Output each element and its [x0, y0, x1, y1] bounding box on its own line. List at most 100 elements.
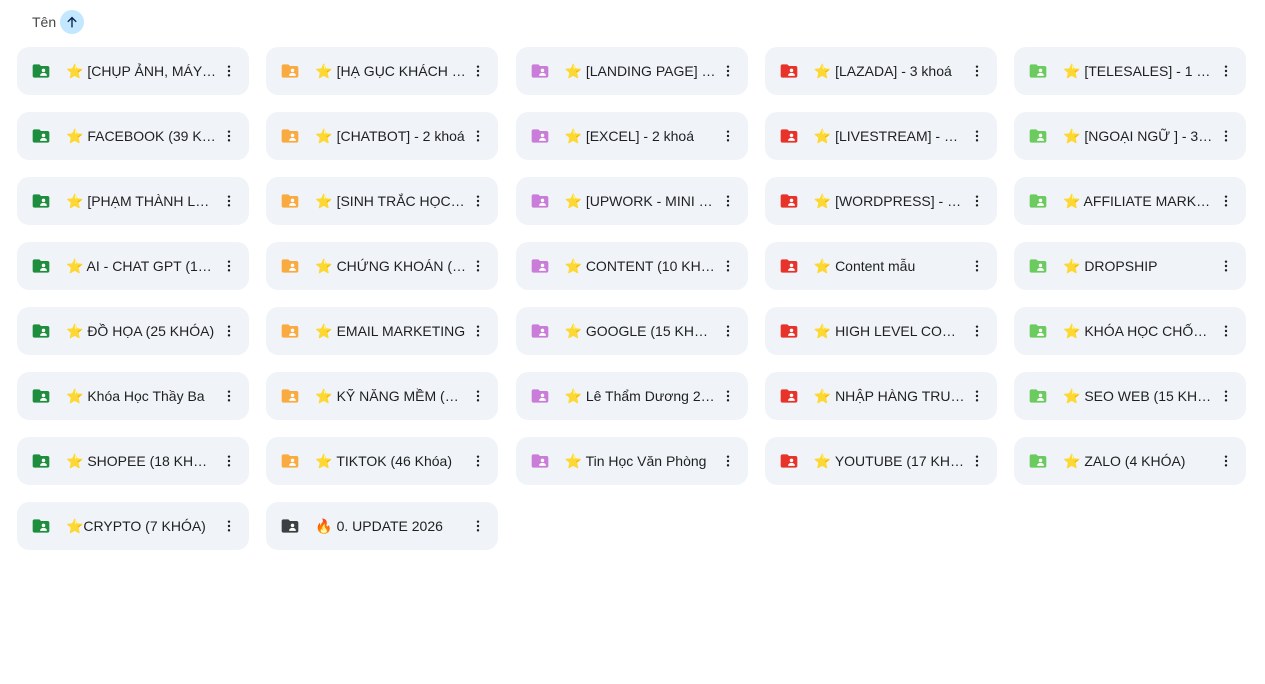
- folder-name: ⭐ [CHATBOT] - 2 khoá: [315, 127, 465, 144]
- more-vertical-icon[interactable]: [466, 185, 490, 217]
- shared-folder-icon: [530, 321, 550, 341]
- folder-card[interactable]: ⭐ [NGOẠI NGỮ ] - 3 khoá: [1014, 112, 1246, 160]
- folder-card[interactable]: ⭐ [CHATBOT] - 2 khoá: [266, 112, 499, 160]
- folder-grid: ⭐ [CHỤP ẢNH, MÁY QUAY] ⭐ [HẠ GỤC KHÁCH H…: [17, 47, 1246, 550]
- folder-card[interactable]: ⭐ FACEBOOK (39 KHÓA): [17, 112, 249, 160]
- folder-card[interactable]: ⭐ [EXCEL] - 2 khoá: [515, 112, 748, 160]
- folder-name: ⭐ EMAIL MARKETING: [315, 322, 466, 339]
- more-vertical-icon[interactable]: [716, 185, 740, 217]
- more-vertical-icon[interactable]: [217, 185, 241, 217]
- more-vertical-icon[interactable]: [217, 315, 241, 347]
- shared-folder-icon: [280, 321, 300, 341]
- more-vertical-icon[interactable]: [217, 250, 241, 282]
- folder-card[interactable]: ⭐ Tin Học Văn Phòng: [515, 437, 748, 485]
- more-vertical-icon[interactable]: [716, 55, 740, 87]
- folder-card[interactable]: ⭐ SHOPEE (18 KHÓA): [17, 437, 249, 485]
- more-vertical-icon[interactable]: [965, 315, 989, 347]
- more-vertical-icon[interactable]: [1214, 55, 1238, 87]
- folder-card[interactable]: ⭐ KHÓA HỌC CHỐNG ĐỐI: [1014, 307, 1246, 355]
- folder-name: ⭐ KHÓA HỌC CHỐNG ĐỐI: [1063, 322, 1214, 339]
- more-vertical-icon[interactable]: [466, 445, 490, 477]
- folder-name: ⭐ CONTENT (10 KHÓA): [564, 257, 716, 274]
- folder-name: ⭐ CHỨNG KHOÁN (8 KHÓA): [315, 257, 466, 274]
- more-vertical-icon[interactable]: [1214, 380, 1238, 412]
- sort-label-name[interactable]: Tên: [32, 14, 56, 30]
- folder-card[interactable]: ⭐ [SINH TRẮC HỌC VÂN TAY]: [266, 177, 499, 225]
- folder-name: ⭐ [NGOẠI NGỮ ] - 3 khoá: [1063, 127, 1214, 144]
- more-vertical-icon[interactable]: [716, 445, 740, 477]
- shared-folder-icon: [31, 386, 51, 406]
- folder-card[interactable]: ⭐ [LANDING PAGE] - 2 khoá: [515, 47, 748, 95]
- folder-card[interactable]: ⭐ Content mẫu: [764, 242, 997, 290]
- folder-name: ⭐ KỸ NĂNG MỀM (18 KHÓA): [315, 387, 466, 404]
- more-vertical-icon[interactable]: [466, 380, 490, 412]
- folder-card[interactable]: ⭐ [CHỤP ẢNH, MÁY QUAY]: [17, 47, 249, 95]
- more-vertical-icon[interactable]: [1214, 120, 1238, 152]
- more-vertical-icon[interactable]: [217, 445, 241, 477]
- folder-card[interactable]: ⭐ Lê Thẩm Dương 2024: [515, 372, 748, 420]
- arrow-up-icon[interactable]: [60, 10, 85, 34]
- folder-name: ⭐ HIGH LEVEL COACHING: [813, 322, 965, 339]
- folder-card[interactable]: ⭐ [UPWORK - MINI JOB]: [515, 177, 748, 225]
- more-vertical-icon[interactable]: [965, 185, 989, 217]
- more-vertical-icon[interactable]: [965, 55, 989, 87]
- folder-card[interactable]: ⭐ [LAZADA] - 3 khoá: [764, 47, 997, 95]
- shared-folder-icon: [779, 321, 799, 341]
- more-vertical-icon[interactable]: [965, 120, 989, 152]
- folder-name: ⭐ [CHỤP ẢNH, MÁY QUAY]: [66, 62, 217, 79]
- folder-card[interactable]: ⭐ CONTENT (10 KHÓA): [515, 242, 748, 290]
- more-vertical-icon[interactable]: [965, 250, 989, 282]
- folder-name: ⭐ Khóa Học Thầy Ba: [66, 387, 205, 404]
- shared-folder-icon: [530, 126, 550, 146]
- more-vertical-icon[interactable]: [716, 315, 740, 347]
- folder-card[interactable]: ⭐ SEO WEB (15 KHÓA): [1014, 372, 1246, 420]
- more-vertical-icon[interactable]: [217, 120, 241, 152]
- folder-card[interactable]: ⭐ EMAIL MARKETING: [266, 307, 499, 355]
- more-vertical-icon[interactable]: [716, 250, 740, 282]
- sort-header: Tên: [32, 10, 85, 34]
- more-vertical-icon[interactable]: [217, 55, 241, 87]
- shared-folder-icon: [31, 321, 51, 341]
- more-vertical-icon[interactable]: [716, 120, 740, 152]
- more-vertical-icon[interactable]: [466, 120, 490, 152]
- folder-card[interactable]: ⭐ DROPSHIP: [1014, 242, 1246, 290]
- more-vertical-icon[interactable]: [1214, 315, 1238, 347]
- folder-card[interactable]: ⭐ KỸ NĂNG MỀM (18 KHÓA): [266, 372, 499, 420]
- folder-card[interactable]: ⭐ [PHẠM THÀNH LONG]: [17, 177, 249, 225]
- more-vertical-icon[interactable]: [217, 380, 241, 412]
- shared-folder-icon: [31, 516, 51, 536]
- more-vertical-icon[interactable]: [1214, 250, 1238, 282]
- more-vertical-icon[interactable]: [466, 510, 490, 542]
- shared-folder-icon: [280, 386, 300, 406]
- more-vertical-icon[interactable]: [716, 380, 740, 412]
- folder-card[interactable]: ⭐ NHẬP HÀNG TRUNG QUỐC: [764, 372, 997, 420]
- more-vertical-icon[interactable]: [466, 315, 490, 347]
- folder-card[interactable]: ⭐ [HẠ GỤC KHÁCH HÀNG]: [266, 47, 499, 95]
- folder-card[interactable]: ⭐ [LIVESTREAM] - 2 khoá: [764, 112, 997, 160]
- folder-card[interactable]: 🔥 0. UPDATE 2026: [266, 502, 499, 550]
- folder-card[interactable]: ⭐ Khóa Học Thầy Ba: [17, 372, 249, 420]
- more-vertical-icon[interactable]: [965, 380, 989, 412]
- folder-name: ⭐ [HẠ GỤC KHÁCH HÀNG]: [315, 62, 466, 79]
- more-vertical-icon[interactable]: [1214, 185, 1238, 217]
- folder-card[interactable]: ⭐ YOUTUBE (17 KHÓA): [764, 437, 997, 485]
- more-vertical-icon[interactable]: [217, 510, 241, 542]
- more-vertical-icon[interactable]: [965, 445, 989, 477]
- folder-card[interactable]: ⭐ TIKTOK (46 Khóa): [266, 437, 499, 485]
- folder-name: ⭐ DROPSHIP: [1063, 257, 1158, 274]
- more-vertical-icon[interactable]: [466, 55, 490, 87]
- folder-card[interactable]: ⭐ AI - CHAT GPT (12 KHÓA): [17, 242, 249, 290]
- folder-card[interactable]: ⭐ AFFILIATE MARKETING: [1014, 177, 1246, 225]
- folder-card[interactable]: ⭐ HIGH LEVEL COACHING: [764, 307, 997, 355]
- shared-folder-icon: [1028, 386, 1048, 406]
- shared-folder-icon: [779, 256, 799, 276]
- folder-card[interactable]: ⭐ ZALO (4 KHÓA): [1014, 437, 1246, 485]
- folder-card[interactable]: ⭐ GOOGLE (15 KHÓA): [515, 307, 748, 355]
- folder-card[interactable]: ⭐ [WORDPRESS] - 2 khoá: [764, 177, 997, 225]
- more-vertical-icon[interactable]: [466, 250, 490, 282]
- folder-card[interactable]: ⭐ CHỨNG KHOÁN (8 KHÓA): [266, 242, 499, 290]
- more-vertical-icon[interactable]: [1214, 445, 1238, 477]
- folder-card[interactable]: ⭐CRYPTO (7 KHÓA): [17, 502, 249, 550]
- folder-card[interactable]: ⭐ [TELESALES] - 1 khoá: [1014, 47, 1246, 95]
- folder-card[interactable]: ⭐ ĐỒ HỌA (25 KHÓA): [17, 307, 249, 355]
